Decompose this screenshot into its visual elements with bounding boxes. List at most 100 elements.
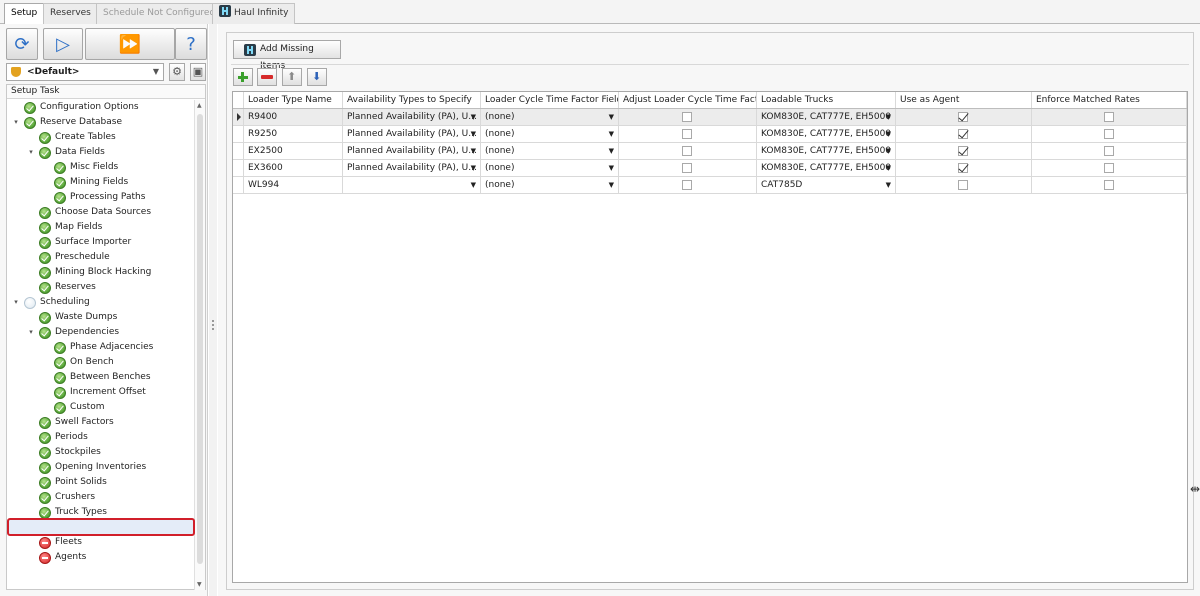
tab-setup[interactable]: Setup xyxy=(4,3,45,25)
loadable-trucks[interactable]: KOM830E, CAT777E, EH5000 ▼ xyxy=(757,143,896,159)
cycle-time-factor-field[interactable]: (none) ▼ xyxy=(481,160,619,176)
dropdown-arrow-icon[interactable]: ▼ xyxy=(886,177,891,193)
tree-item[interactable]: Periods xyxy=(7,430,193,445)
availability-types[interactable]: Planned Availability (PA), U... ▼ xyxy=(343,160,481,176)
tree-scrollbar[interactable]: ▲ ▼ xyxy=(194,100,205,590)
tree-item[interactable]: ▾ Data Fields xyxy=(7,145,193,160)
dropdown-arrow-icon[interactable]: ▼ xyxy=(609,126,614,142)
run-all-button[interactable]: ⏩ xyxy=(85,28,175,60)
dropdown-arrow-icon[interactable]: ▼ xyxy=(471,160,476,176)
loader-type-name[interactable]: R9250 xyxy=(244,126,343,142)
scroll-up-icon[interactable]: ▲ xyxy=(197,102,202,109)
loadable-trucks[interactable]: KOM830E, CAT777E, EH5000 ▼ xyxy=(757,109,896,125)
help-button[interactable]: ? xyxy=(175,28,207,60)
profile-edit-button[interactable]: ▣ xyxy=(190,63,206,81)
panel-splitter[interactable] xyxy=(209,24,217,596)
dropdown-arrow-icon[interactable]: ▼ xyxy=(471,109,476,125)
tree-item[interactable]: Waste Dumps xyxy=(7,310,193,325)
expand-toggle-icon[interactable]: ▾ xyxy=(11,295,21,310)
table-row[interactable]: R9250 Planned Availability (PA), U... ▼ (no… xyxy=(233,126,1187,143)
dropdown-arrow-icon[interactable]: ▼ xyxy=(609,160,614,176)
dropdown-arrow-icon[interactable]: ▼ xyxy=(886,143,891,159)
refresh-button[interactable]: ⟳ xyxy=(6,28,38,60)
row-indicator[interactable] xyxy=(233,160,244,176)
row-indicator[interactable] xyxy=(233,143,244,159)
table-row[interactable]: WL994 ▼ (none) ▼ CAT785D ▼ xyxy=(233,177,1187,194)
loader-type-name[interactable]: R9400 xyxy=(244,109,343,125)
dropdown-arrow-icon[interactable]: ▼ xyxy=(471,143,476,159)
adjust-cycle-time-checkbox[interactable] xyxy=(682,112,692,122)
use-as-agent-checkbox[interactable] xyxy=(958,146,968,156)
tree-item[interactable]: Mining Block Hacking xyxy=(7,265,193,280)
adjust-cycle-time-checkbox[interactable] xyxy=(682,163,692,173)
adjust-cycle-time-checkbox[interactable] xyxy=(682,146,692,156)
tree-item[interactable]: Choose Data Sources xyxy=(7,205,193,220)
scroll-down-icon[interactable]: ▼ xyxy=(197,581,202,588)
enforce-matched-rates-checkbox[interactable] xyxy=(1104,163,1114,173)
tree-item[interactable]: Stockpiles xyxy=(7,445,193,460)
profile-select[interactable]: <Default> ▼ xyxy=(6,63,164,81)
column-header[interactable]: Loader Type Name xyxy=(244,92,343,108)
tree-item[interactable]: Between Benches xyxy=(7,370,193,385)
tab-haul-infinity[interactable]: Haul Infinity xyxy=(212,3,296,24)
tree-item[interactable]: Misc Fields xyxy=(7,160,193,175)
tree-item[interactable]: Agents xyxy=(7,550,193,565)
row-indicator[interactable] xyxy=(233,109,244,125)
profile-settings-button[interactable]: ⚙ xyxy=(169,63,185,81)
tree-item[interactable]: Surface Importer xyxy=(7,235,193,250)
dropdown-arrow-icon[interactable]: ▼ xyxy=(886,109,891,125)
tree-item[interactable]: On Bench xyxy=(7,355,193,370)
tree-item[interactable]: ▾ Reserve Database xyxy=(7,115,193,130)
tree-item[interactable]: Crushers xyxy=(7,490,193,505)
availability-types[interactable]: Planned Availability (PA), U... ▼ xyxy=(343,143,481,159)
add-missing-items-button[interactable]: Add Missing Items xyxy=(233,40,341,71)
row-indicator[interactable] xyxy=(233,126,244,142)
availability-types[interactable]: Planned Availability (PA), U... ▼ xyxy=(343,126,481,142)
dropdown-arrow-icon[interactable]: ▼ xyxy=(609,143,614,159)
tree-item[interactable]: Configuration Options xyxy=(7,100,193,115)
dropdown-arrow-icon[interactable]: ▼ xyxy=(609,177,614,193)
tree-item[interactable]: Swell Factors xyxy=(7,415,193,430)
enforce-matched-rates-checkbox[interactable] xyxy=(1104,112,1114,122)
tree-item[interactable]: Reserves xyxy=(7,280,193,295)
expand-toggle-icon[interactable]: ▾ xyxy=(11,115,21,130)
use-as-agent-checkbox[interactable] xyxy=(958,129,968,139)
enforce-matched-rates-checkbox[interactable] xyxy=(1104,180,1114,190)
use-as-agent-checkbox[interactable] xyxy=(958,163,968,173)
cycle-time-factor-field[interactable]: (none) ▼ xyxy=(481,126,619,142)
tree-item[interactable]: Phase Adjacencies xyxy=(7,340,193,355)
tab-reserves[interactable]: Reserves xyxy=(43,3,98,24)
table-row[interactable]: EX2500 Planned Availability (PA), U... ▼ (n… xyxy=(233,143,1187,160)
dropdown-arrow-icon[interactable]: ▼ xyxy=(471,126,476,142)
column-header[interactable]: Loader Cycle Time Factor Field xyxy=(481,92,619,108)
tree-item[interactable]: Preschedule xyxy=(7,250,193,265)
column-header[interactable]: Enforce Matched Rates xyxy=(1032,92,1187,108)
tree-item[interactable]: Custom xyxy=(7,400,193,415)
expand-toggle-icon[interactable]: ▾ xyxy=(26,325,36,340)
cycle-time-factor-field[interactable]: (none) ▼ xyxy=(481,177,619,193)
tree-item[interactable]: ▾ Dependencies xyxy=(7,325,193,340)
column-header[interactable]: Use as Agent xyxy=(896,92,1032,108)
tree-item[interactable]: Map Fields xyxy=(7,220,193,235)
adjust-cycle-time-checkbox[interactable] xyxy=(682,129,692,139)
column-header[interactable]: Loadable Trucks xyxy=(757,92,896,108)
dropdown-arrow-icon[interactable]: ▼ xyxy=(886,160,891,176)
loadable-trucks[interactable]: KOM830E, CAT777E, EH5000 ▼ xyxy=(757,126,896,142)
expand-toggle-icon[interactable]: ▾ xyxy=(26,145,36,160)
enforce-matched-rates-checkbox[interactable] xyxy=(1104,146,1114,156)
tree-item[interactable]: Fleets xyxy=(7,535,193,550)
tree-item[interactable]: Increment Offset xyxy=(7,385,193,400)
tree-item[interactable]: Point Solids xyxy=(7,475,193,490)
dropdown-arrow-icon[interactable]: ▼ xyxy=(886,126,891,142)
run-button[interactable]: ▷ xyxy=(43,28,83,60)
remove-row-button[interactable] xyxy=(257,68,277,86)
cycle-time-factor-field[interactable]: (none) ▼ xyxy=(481,143,619,159)
enforce-matched-rates-checkbox[interactable] xyxy=(1104,129,1114,139)
loader-type-name[interactable]: WL994 xyxy=(244,177,343,193)
move-down-button[interactable]: ⬇ xyxy=(307,68,327,86)
column-header[interactable]: Adjust Loader Cycle Time Fact... xyxy=(619,92,757,108)
loadable-trucks[interactable]: CAT785D ▼ xyxy=(757,177,896,193)
loadable-trucks[interactable]: KOM830E, CAT777E, EH5000 ▼ xyxy=(757,160,896,176)
tree-item[interactable]: Processing Paths xyxy=(7,190,193,205)
scroll-thumb[interactable] xyxy=(197,114,203,564)
